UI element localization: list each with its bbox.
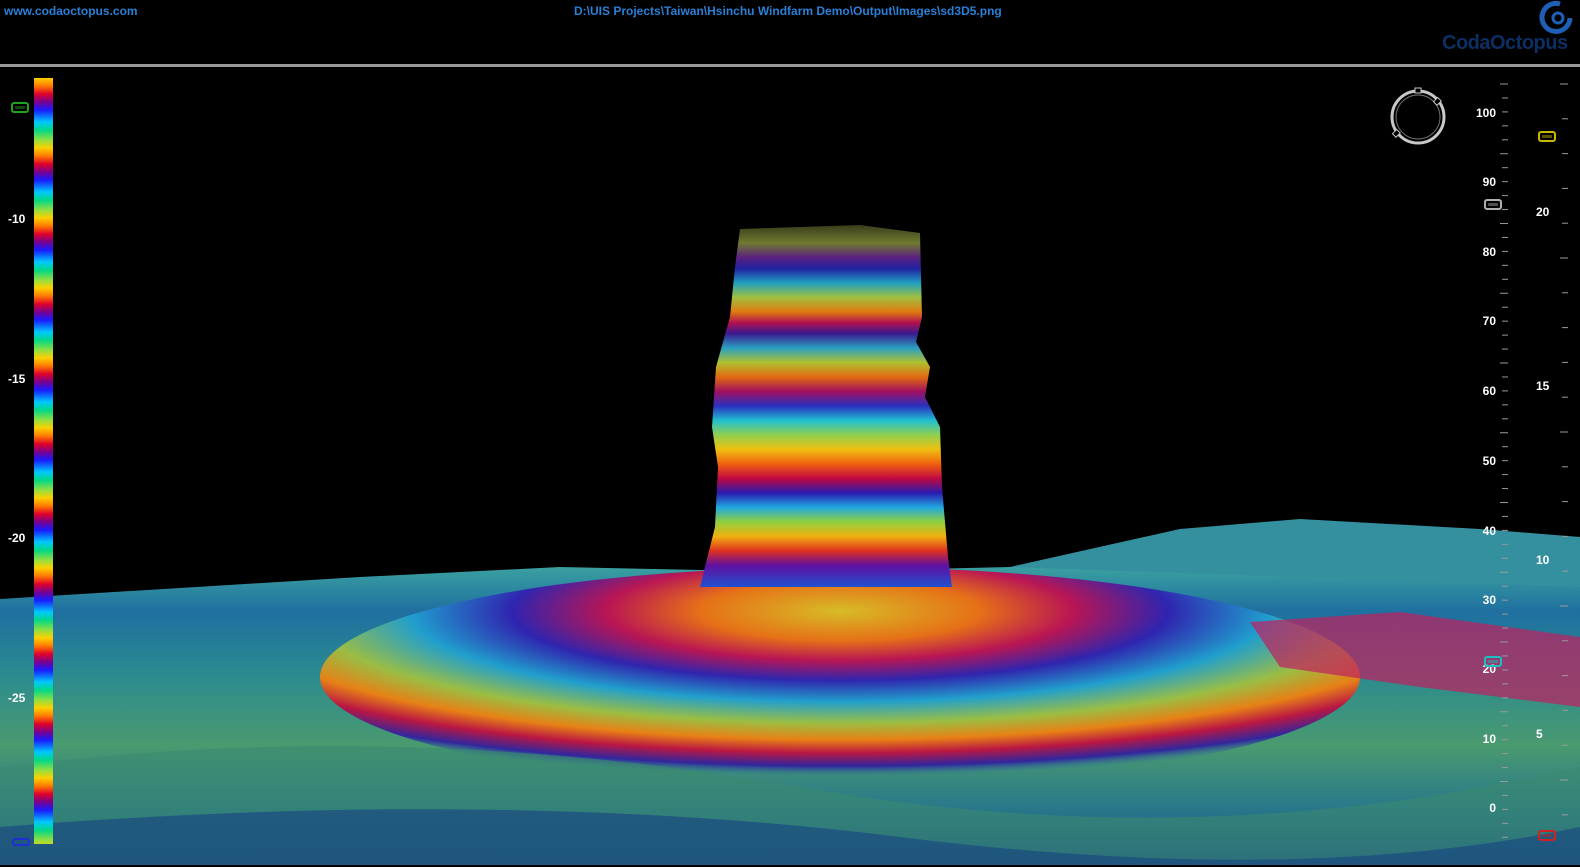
outer-scale-label: 5 bbox=[1536, 727, 1543, 741]
inner-scale-label: 70 bbox=[1482, 314, 1496, 328]
point-cloud-scene bbox=[0, 225, 1580, 865]
outer-scale-label: 20 bbox=[1536, 205, 1550, 219]
inner-scale-label: 40 bbox=[1482, 524, 1496, 538]
inner-scale-label: 30 bbox=[1482, 593, 1496, 607]
inner-scale-label: 60 bbox=[1482, 384, 1496, 398]
inner-scale-label: 10 bbox=[1482, 732, 1496, 746]
depth-label: -15 bbox=[8, 372, 26, 386]
inner-scale-ticks bbox=[1500, 83, 1508, 838]
file-path: D:\UIS Projects\Taiwan\Hsinchu Windfarm … bbox=[574, 4, 1002, 18]
header-bar: www.codaoctopus.com D:\UIS Projects\Taiw… bbox=[0, 0, 1580, 64]
company-logo: CodaOctopus bbox=[1442, 0, 1578, 56]
logo-text: CodaOctopus bbox=[1442, 32, 1568, 54]
outer-scale-label: 15 bbox=[1536, 379, 1550, 393]
depth-label: -25 bbox=[8, 691, 26, 705]
inner-scale-label: 0 bbox=[1489, 801, 1496, 815]
cyan-range-handle[interactable] bbox=[1484, 656, 1502, 667]
gray-range-handle[interactable] bbox=[1484, 199, 1502, 210]
blue-range-handle[interactable] bbox=[12, 838, 30, 846]
red-range-handle[interactable] bbox=[1538, 830, 1556, 841]
depth-label: -20 bbox=[8, 531, 26, 545]
inner-scale-label: 50 bbox=[1482, 454, 1496, 468]
green-range-handle[interactable] bbox=[11, 102, 29, 113]
outer-scale-ticks bbox=[1560, 83, 1568, 816]
inner-scale-label: 80 bbox=[1482, 245, 1496, 259]
outer-scale-label: 10 bbox=[1536, 553, 1550, 567]
inner-scale-label: 100 bbox=[1475, 106, 1496, 120]
site-link[interactable]: www.codaoctopus.com bbox=[4, 4, 138, 18]
depth-color-bar bbox=[34, 78, 53, 844]
rotate-compass-icon[interactable] bbox=[1388, 86, 1448, 148]
inner-scale-label: 90 bbox=[1482, 175, 1496, 189]
depth-label: -10 bbox=[8, 212, 26, 226]
yellow-range-handle[interactable] bbox=[1538, 131, 1556, 142]
